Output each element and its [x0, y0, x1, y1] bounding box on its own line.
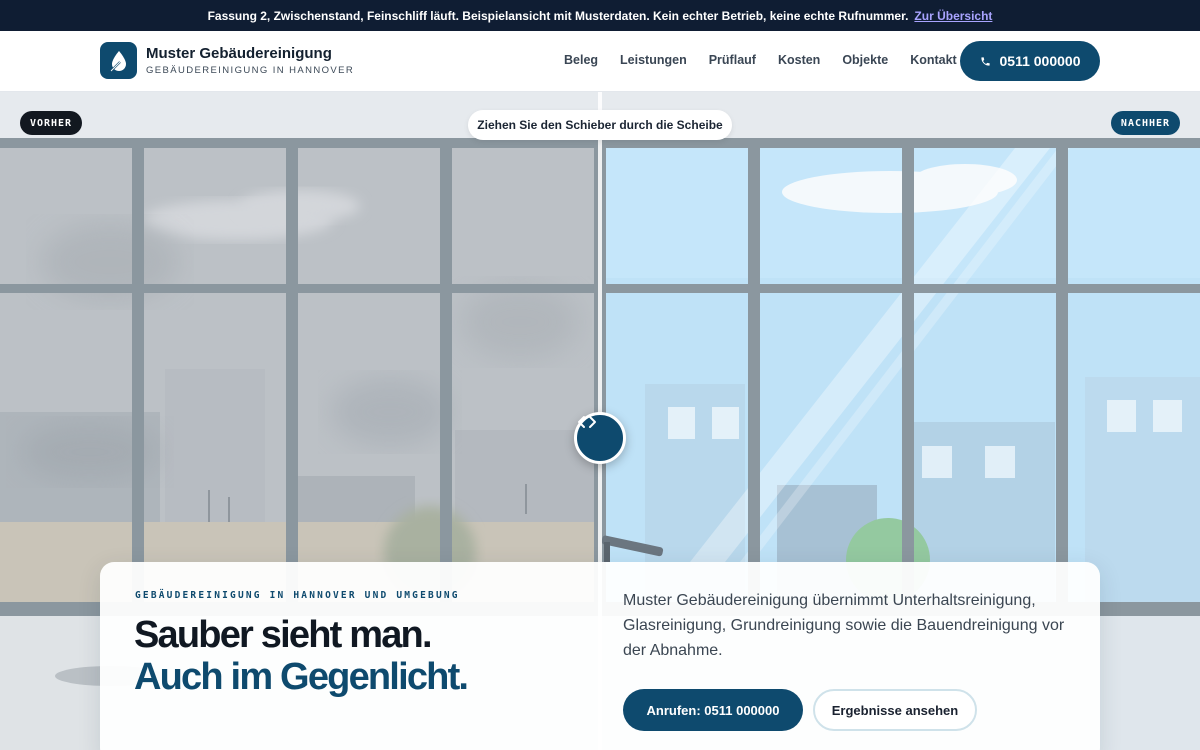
notice-bar: Fassung 2, Zwischenstand, Feinschliff lä…	[0, 0, 1200, 31]
phone-icon	[980, 56, 990, 66]
slider-handle[interactable]	[574, 412, 626, 464]
hero-lead: Muster Gebäudereinigung übernimmt Unterh…	[623, 592, 1065, 659]
nav-item-kontakt[interactable]: Kontakt	[910, 53, 957, 67]
nav-item-beleg[interactable]: Beleg	[564, 53, 598, 67]
hero-card: GEBÄUDEREINIGUNG IN HANNOVER UND UMGEBUN…	[100, 562, 1100, 750]
call-button[interactable]: Anrufen: 0511 000000	[623, 689, 803, 731]
water-drop-icon	[109, 50, 126, 72]
phone-button[interactable]: 0511 000000	[960, 41, 1100, 81]
notice-text: Fassung 2, Zwischenstand, Feinschliff lä…	[207, 8, 909, 23]
brand-name[interactable]: Muster Gebäudereinigung	[146, 45, 332, 62]
overview-link[interactable]: Zur Übersicht	[914, 9, 992, 23]
logo[interactable]	[100, 42, 137, 79]
site-header: Muster Gebäudereinigung GEBÄUDEREINIGUNG…	[0, 31, 1200, 92]
nav-item-objekte[interactable]: Objekte	[842, 53, 888, 67]
nav-item-pruflauf[interactable]: Prüflauf	[709, 53, 756, 67]
phone-number: 0511 000000	[999, 53, 1081, 69]
slider-hint: Ziehen Sie den Schieber durch die Scheib…	[468, 110, 732, 140]
nav-item-kosten[interactable]: Kosten	[778, 53, 820, 67]
chevrons-left-right-icon	[578, 416, 596, 428]
main-nav: Beleg Leistungen Prüflauf Kosten Objekte…	[564, 53, 957, 67]
hero-headline-line-1: Sauber sieht man.	[134, 614, 433, 656]
after-label: NACHHER	[1111, 111, 1180, 135]
hero-eyebrow: GEBÄUDEREINIGUNG IN HANNOVER UND UMGEBUN…	[135, 590, 460, 601]
view-results-button[interactable]: Ergebnisse ansehen	[813, 689, 977, 731]
brand-tagline: GEBÄUDEREINIGUNG IN HANNOVER	[146, 65, 355, 76]
hero-headline-line-2: Auch im Gegenlicht.	[134, 656, 469, 698]
nav-item-leistungen[interactable]: Leistungen	[620, 53, 687, 67]
before-label: VORHER	[20, 111, 82, 135]
